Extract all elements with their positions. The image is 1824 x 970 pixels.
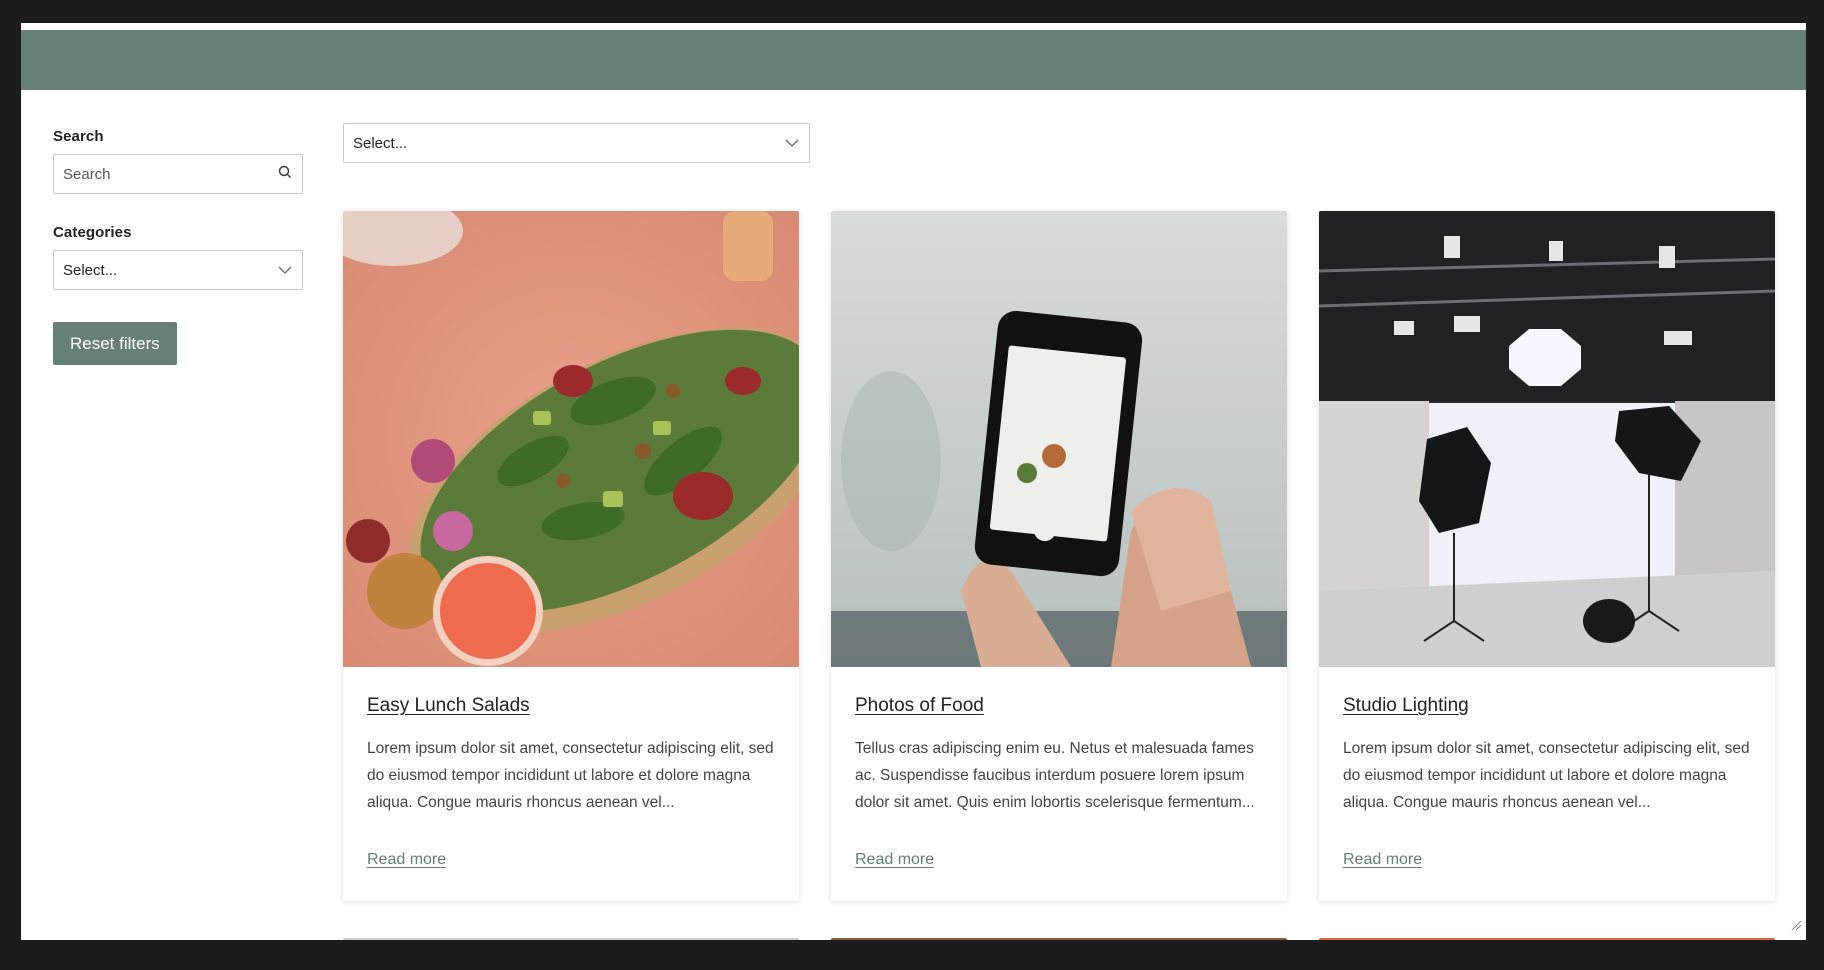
post-card[interactable]: Easy Lunch Salads Lorem ipsum dolor sit … [343,211,799,901]
search-placeholder: Search [63,165,111,183]
sort-select-value: Select... [353,134,408,152]
chevron-down-icon [278,262,292,279]
categories-label: Categories [53,224,132,241]
post-card[interactable]: Photos of Food Tellus cras adipiscing en… [831,211,1287,901]
sort-select-wrapper: Select... [343,123,810,163]
post-card-partial[interactable] [1319,938,1775,940]
site-header-bar [21,30,1806,90]
post-card[interactable]: Studio Lighting Lorem ipsum dolor sit am… [1319,211,1775,901]
search-icon[interactable] [278,165,292,183]
read-more-link[interactable]: Read more [855,851,934,869]
resize-grip-icon[interactable] [1790,918,1802,936]
post-grid-next-row [343,938,1775,940]
search-input[interactable]: Search [53,154,303,194]
post-image-salad[interactable] [343,211,799,667]
search-group: Search Search [53,128,303,194]
post-title[interactable]: Photos of Food [855,695,1263,717]
post-image-phone[interactable] [831,211,1287,667]
post-card-partial[interactable] [831,938,1287,940]
chevron-down-icon [785,135,799,152]
browser-viewport: Search Search Categories Select... Reset… [21,23,1806,940]
post-excerpt: Tellus cras adipiscing enim eu. Netus et… [855,740,1255,811]
post-title[interactable]: Studio Lighting [1343,695,1751,717]
post-title[interactable]: Easy Lunch Salads [367,695,775,717]
read-more-link[interactable]: Read more [1343,851,1422,869]
read-more-link[interactable]: Read more [367,851,446,869]
post-card-partial[interactable] [343,938,799,940]
post-excerpt: Lorem ipsum dolor sit amet, consectetur … [1343,740,1750,811]
post-excerpt: Lorem ipsum dolor sit amet, consectetur … [367,740,774,811]
search-label: Search [53,128,104,145]
post-image-studio[interactable] [1319,211,1775,667]
post-grid: Easy Lunch Salads Lorem ipsum dolor sit … [343,211,1775,901]
sort-select[interactable]: Select... [343,123,810,163]
post-card-body: Easy Lunch Salads Lorem ipsum dolor sit … [343,667,799,869]
post-card-body: Studio Lighting Lorem ipsum dolor sit am… [1319,667,1775,869]
post-card-body: Photos of Food Tellus cras adipiscing en… [831,667,1287,869]
filter-sidebar: Search Search Categories Select... Reset… [53,128,303,365]
categories-select[interactable]: Select... [53,250,303,290]
categories-select-value: Select... [63,261,118,279]
reset-filters-button[interactable]: Reset filters [53,322,177,365]
categories-group: Categories Select... [53,224,303,290]
